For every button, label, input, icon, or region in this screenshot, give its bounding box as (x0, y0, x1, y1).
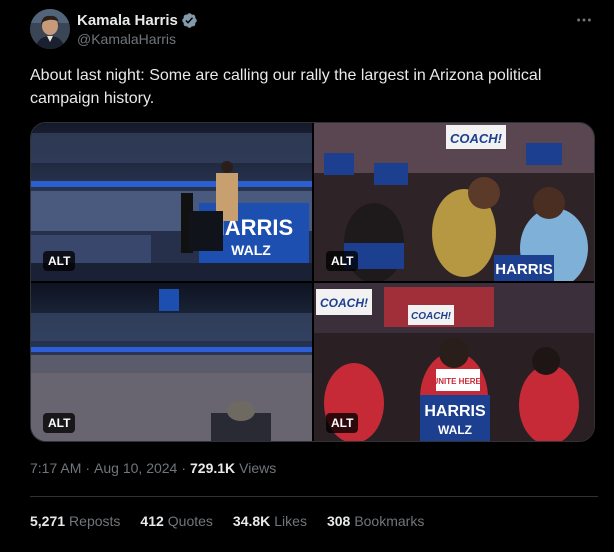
views-count: 729.1K (190, 460, 236, 476)
bookmarks-label: Bookmarks (354, 513, 425, 529)
media-grid: HARRIS WALZ ALT COACH! HARRIS ALT ALT CO… (30, 122, 595, 442)
alt-badge[interactable]: ALT (43, 413, 76, 433)
tweet-text: About last night: Some are calling our r… (30, 67, 542, 107)
likes-count: 34.8K (232, 513, 271, 529)
views-label: Views (239, 460, 277, 476)
avatar[interactable] (30, 9, 70, 49)
engagement-stats: 5,271 Reposts 412 Quotes 34.8K Likes 308… (30, 512, 444, 530)
reposts-stat[interactable]: 5,271 Reposts (30, 513, 120, 529)
author-handle[interactable]: @KamalaHarris (77, 31, 198, 47)
quotes-stat[interactable]: 412 Quotes (140, 513, 213, 529)
sign-coach-3: COACH! (411, 311, 452, 322)
bookmarks-count: 308 (326, 513, 351, 529)
meta-separator: · (85, 460, 91, 476)
photo-crowd-union-signs[interactable]: COACH! COACH! UNITE HERE! HARRIS WALZ AL… (314, 283, 594, 441)
quotes-count: 412 (140, 513, 164, 529)
sign-coach: COACH! (450, 131, 503, 146)
meta-separator: · (181, 460, 187, 476)
quotes-label: Quotes (167, 513, 213, 529)
alt-badge[interactable]: ALT (43, 251, 76, 271)
bookmarks-stat[interactable]: 308 Bookmarks (327, 513, 424, 529)
reposts-count: 5,271 (30, 513, 66, 529)
alt-badge[interactable]: ALT (326, 413, 359, 433)
tweet-meta: 7:17 AM · Aug 10, 2024 · 729.1K Views (30, 459, 276, 477)
author-display-name[interactable]: Kamala Harris (77, 12, 178, 29)
reposts-label: Reposts (69, 513, 121, 529)
sign-walz-2: WALZ (438, 423, 472, 437)
tweet: Kamala Harris @KamalaHarris About last n… (0, 0, 614, 552)
author-info: Kamala Harris @KamalaHarris (77, 11, 198, 47)
photo-rally-stage[interactable]: HARRIS WALZ ALT (31, 123, 312, 281)
sign-harris-2: HARRIS (424, 403, 486, 420)
divider (30, 496, 598, 497)
sign-coach-2: COACH! (320, 296, 368, 310)
photo-arena-wide[interactable]: ALT (31, 283, 312, 441)
tweet-date[interactable]: Aug 10, 2024 (94, 460, 177, 476)
alt-badge[interactable]: ALT (326, 251, 359, 271)
likes-label: Likes (274, 513, 307, 529)
more-options-icon[interactable] (574, 10, 594, 30)
tweet-header: Kamala Harris @KamalaHarris (30, 9, 198, 49)
sign-harris-small: HARRIS (495, 261, 553, 278)
photo-crowd-coach-signs[interactable]: COACH! HARRIS ALT (314, 123, 594, 281)
sign-unite-here: UNITE HERE! (432, 377, 483, 386)
tweet-time[interactable]: 7:17 AM (30, 460, 81, 476)
sign-walz: WALZ (231, 242, 271, 258)
verified-badge-icon[interactable] (181, 12, 198, 29)
likes-stat[interactable]: 34.8K Likes (233, 513, 307, 529)
